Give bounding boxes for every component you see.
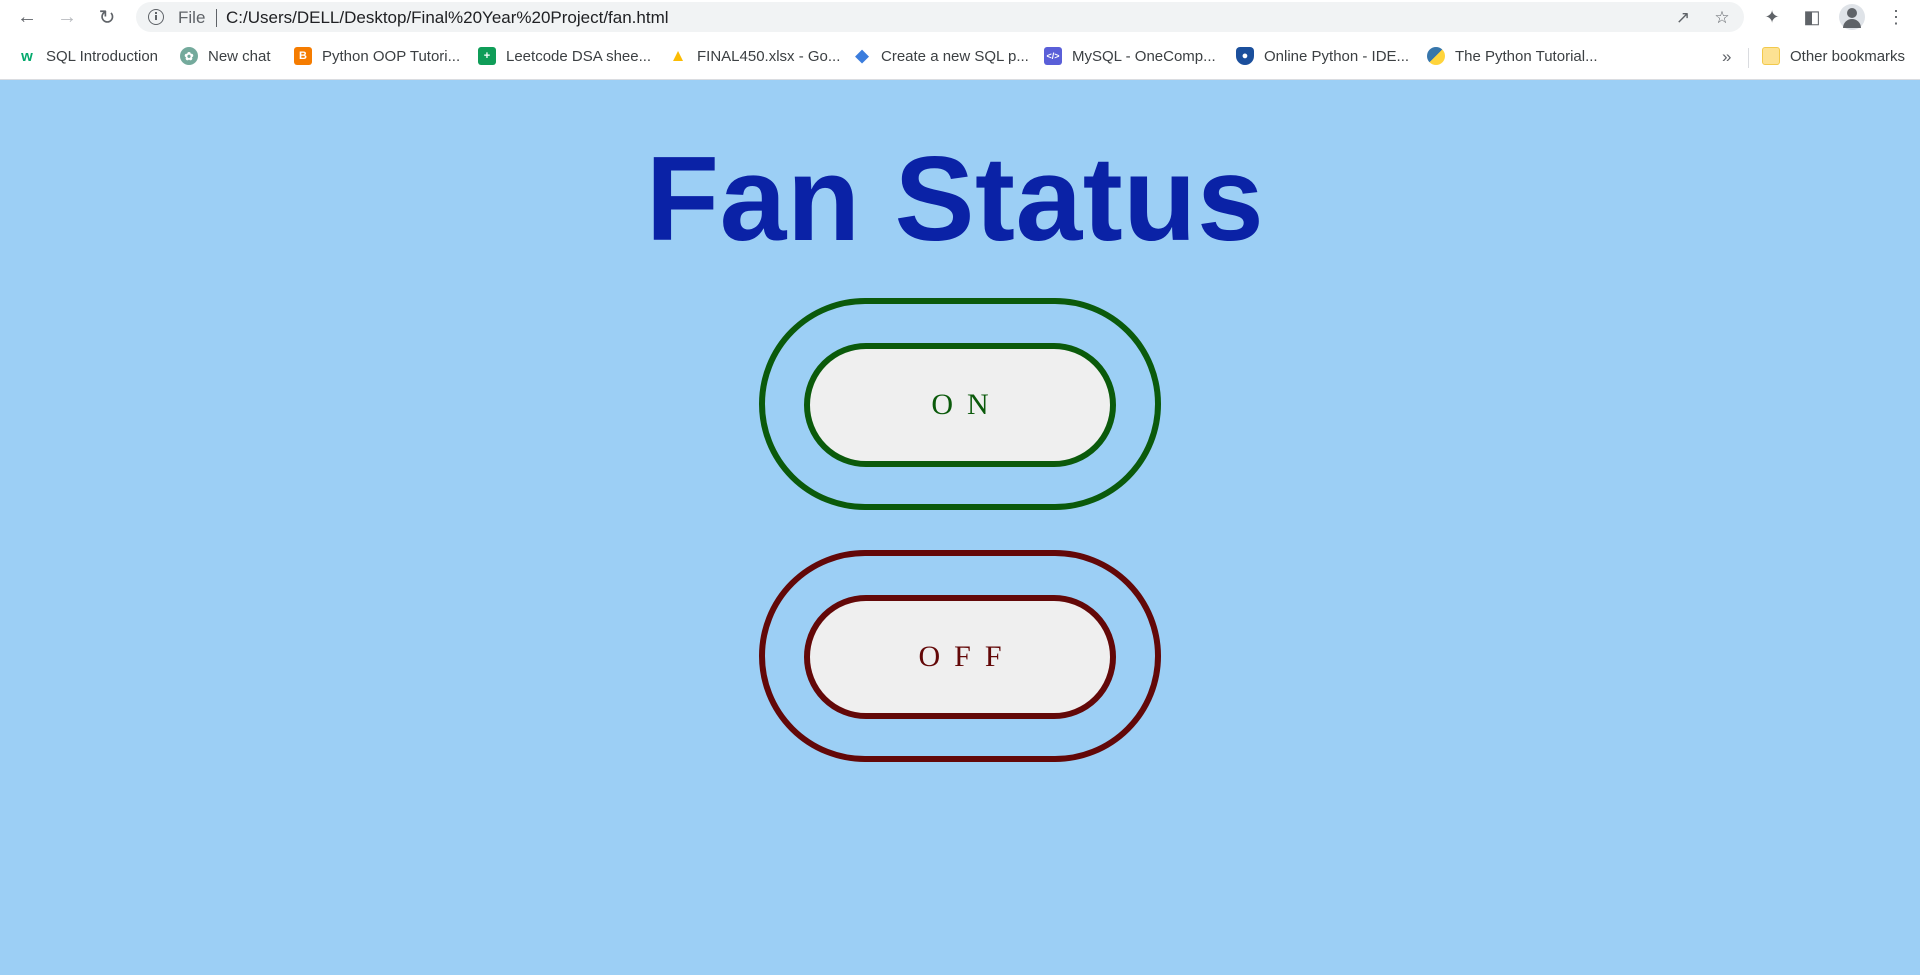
bookmark-label: Create a new SQL p... <box>881 47 1029 65</box>
bookmark-label: Python OOP Tutori... <box>322 47 461 65</box>
bookmark-label: New chat <box>208 47 271 65</box>
browser-toolbar: ← → ↻ File C:/Users/DELL/Desktop/Final%2… <box>0 0 1920 34</box>
side-panel-icon[interactable]: ◧ <box>1799 4 1825 30</box>
reload-icon[interactable]: ↻ <box>92 2 122 32</box>
bookmark-label: FINAL450.xlsx - Go... <box>697 47 841 65</box>
url-text[interactable]: C:/Users/DELL/Desktop/Final%20Year%20Pro… <box>226 8 669 28</box>
profile-avatar-icon[interactable] <box>1839 4 1865 30</box>
avatar-body <box>1843 19 1861 28</box>
info-icon[interactable] <box>148 9 164 25</box>
star-bookmark-icon[interactable]: ☆ <box>1711 7 1733 29</box>
bookmark-label: Leetcode DSA shee... <box>506 47 652 65</box>
bookmark-label: SQL Introduction <box>46 47 159 65</box>
blogger-icon: B <box>294 47 312 65</box>
page-content: Fan Status ON OFF <box>0 80 1920 975</box>
back-arrow-icon[interactable]: ← <box>12 2 42 32</box>
bookmark-item[interactable]: </> MySQL - OneComp... <box>1044 45 1216 67</box>
shield-icon: ● <box>1236 47 1254 65</box>
avatar-head <box>1847 8 1857 18</box>
bookmark-item[interactable]: B Python OOP Tutori... <box>294 45 460 67</box>
code-icon: </> <box>1044 47 1062 65</box>
bookmark-label: The Python Tutorial... <box>1455 47 1598 65</box>
bookmark-label: MySQL - OneComp... <box>1072 47 1216 65</box>
off-button[interactable]: OFF <box>804 595 1116 719</box>
extensions-puzzle-icon[interactable]: ✦ <box>1759 4 1785 30</box>
bookmark-item[interactable]: The Python Tutorial... <box>1427 45 1598 67</box>
address-bar[interactable]: File C:/Users/DELL/Desktop/Final%20Year%… <box>136 2 1744 32</box>
chatgpt-icon: ✿ <box>180 47 198 65</box>
google-sheets-icon: + <box>478 47 496 65</box>
diamond-icon: ◆ <box>855 46 869 65</box>
other-bookmarks-label: Other bookmarks <box>1790 47 1906 65</box>
kebab-menu-icon[interactable]: ⋮ <box>1883 4 1909 30</box>
bookmark-item[interactable]: ● Online Python - IDE... <box>1236 45 1409 67</box>
bookmark-item[interactable]: w SQL Introduction <box>18 45 158 67</box>
more-bookmarks-chevron-icon[interactable]: » <box>1722 47 1731 67</box>
bookmark-item[interactable]: + Leetcode DSA shee... <box>478 45 651 67</box>
python-icon <box>1427 47 1445 65</box>
share-icon[interactable]: ↗ <box>1672 7 1694 29</box>
browser-chrome: ← → ↻ File C:/Users/DELL/Desktop/Final%2… <box>0 0 1920 80</box>
forward-arrow-icon[interactable]: → <box>52 2 82 32</box>
bookmark-item[interactable]: ▲ FINAL450.xlsx - Go... <box>669 45 841 67</box>
bookmark-label: Online Python - IDE... <box>1264 47 1410 65</box>
page-title: Fan Status <box>645 132 1265 266</box>
address-separator <box>216 9 217 27</box>
folder-icon <box>1762 47 1780 65</box>
other-bookmarks-folder[interactable]: Other bookmarks <box>1762 45 1905 67</box>
file-scheme-label: File <box>178 8 206 27</box>
bookmarks-bar: w SQL Introduction ✿ New chat B Python O… <box>0 40 1920 72</box>
bookmarks-divider <box>1748 48 1749 68</box>
google-drive-icon: ▲ <box>669 46 687 65</box>
on-button[interactable]: ON <box>804 343 1116 467</box>
bookmark-item[interactable]: ✿ New chat <box>180 45 271 67</box>
w3schools-icon: w <box>21 47 33 65</box>
bookmark-item[interactable]: ◆ Create a new SQL p... <box>853 45 1029 67</box>
